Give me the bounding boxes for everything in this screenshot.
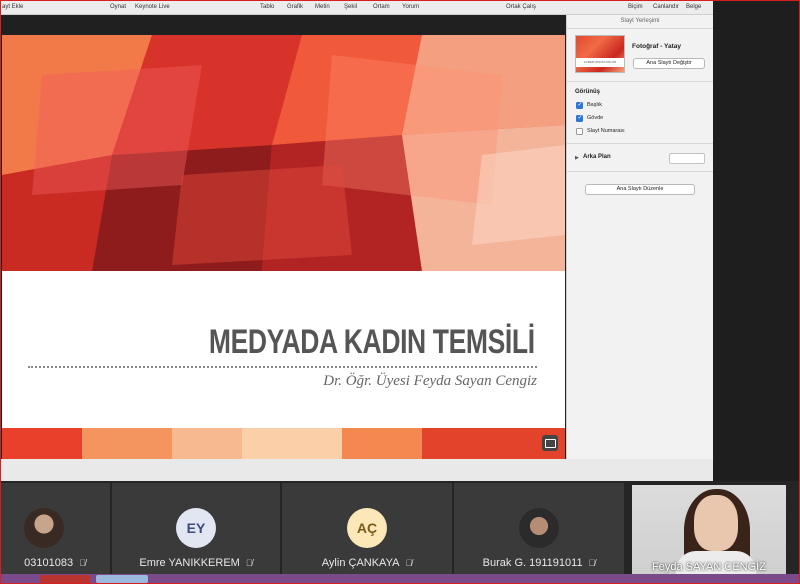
disclosure-arrow-icon[interactable]: ▶ [575,155,579,161]
image-placeholder-icon[interactable] [542,435,558,451]
participant-video-tile[interactable]: Feyda SAYAN CENGİZ [632,485,786,577]
toolbar-add-slide[interactable]: ayt Ekle [2,4,23,10]
divider [567,28,713,29]
slide-top-artwork [2,35,565,271]
edit-master-button[interactable]: Ana Slaytı Düzenle [585,184,695,195]
change-master-button[interactable]: Ana Slaytı Değiştir [633,58,705,69]
participant-name: Emre YANIKKEREM 🎙̸ [139,557,253,569]
participant-avatar: EY [176,508,216,548]
slide-number-checkbox[interactable] [576,128,583,135]
toolbar-table[interactable]: Tablo [260,4,274,10]
slide-number-checkbox-label: Slayt Numarası [587,128,625,134]
muted-mic-icon: 🎙̸ [79,558,86,568]
participant-name: Feyda SAYAN CENGİZ [652,561,766,573]
muted-mic-icon: 🎙̸ [405,558,413,568]
muted-mic-icon: 🎙̸ [588,558,596,568]
inspector-title: Slayt Yerleşimi [620,18,660,24]
taskbar-app[interactable] [96,575,148,583]
divider [567,81,713,82]
participant-tile[interactable]: Burak G. 191191011 🎙̸ [454,483,624,577]
participant-tile[interactable]: 03101083 🎙̸ [0,483,110,577]
inspector-panel: Slayt Yerleşimi LOREM IPSUM DOLOR Fotoğr… [566,15,713,481]
slide-title: MEDYADA KADIN TEMSİLİ [209,323,535,361]
body-checkbox[interactable] [576,114,583,122]
tab-document[interactable]: Belge [686,4,701,10]
dotted-divider [28,366,537,368]
divider [567,143,713,144]
participant-name: Burak G. 191191011 🎙̸ [482,557,596,569]
toolbar-text[interactable]: Metin [315,4,330,10]
thumbnail-caption: LOREM IPSUM DOLOR [576,58,624,67]
title-checkbox-label: Başlık [587,102,602,108]
divider [567,171,713,172]
tab-format[interactable]: Biçim [628,4,643,10]
taskbar [0,574,800,584]
dark-side-area [713,0,800,481]
title-checkbox[interactable] [576,101,583,109]
body-checkbox-label: Gövde [587,115,604,121]
slide-bottom-artwork [2,428,565,459]
participant-tile[interactable]: AÇ Aylin ÇANKAYA 🎙̸ [282,483,452,577]
participant-name: Aylin ÇANKAYA 🎙̸ [321,557,413,569]
participant-tile[interactable]: EY Emre YANIKKEREM 🎙̸ [112,483,280,577]
toolbar-chart[interactable]: Grafik [287,4,303,10]
participant-avatar [519,508,559,548]
inspector-tabs: Biçim Canlandır Belge [566,0,713,15]
participant-avatar: AÇ [347,508,387,548]
toolbar-collaborate[interactable]: Ortak Çalış [506,4,536,10]
background-label: Arka Plan [583,154,611,160]
participant-avatar [24,508,64,548]
toolbar-keynote-live[interactable]: Keynote Live [135,4,170,10]
slide-area-background [0,459,713,481]
background-color-well[interactable] [669,153,705,164]
participants-strip: 03101083 🎙̸ EY Emre YANIKKEREM 🎙̸ AÇ Aylin… [0,481,800,584]
slide-canvas[interactable]: MEDYADA KADIN TEMSİLİ Dr. Öğr. Üyesi Fey… [2,35,565,459]
toolbar-play[interactable]: Oynat [110,4,126,10]
master-thumbnail[interactable]: LOREM IPSUM DOLOR [575,35,625,73]
master-name: Fotoğraf - Yatay [632,43,682,50]
video-face [694,495,738,551]
toolbar-media[interactable]: Ortam [373,4,390,10]
muted-mic-icon: 🎙̸ [245,558,253,568]
appearance-label: Görünüş [575,89,600,95]
zoom-meeting-window: ayt Ekle Oynat Keynote Live Tablo Grafik… [0,0,800,584]
participant-name: 03101083 🎙̸ [24,557,86,569]
toolbar-comment[interactable]: Yorum [402,4,419,10]
taskbar-app[interactable] [40,575,90,583]
toolbar-shape[interactable]: Şekil [344,4,357,10]
tab-animate[interactable]: Canlandır [653,4,679,10]
slide-subtitle: Dr. Öğr. Üyesi Feyda Sayan Cengiz [323,373,537,389]
